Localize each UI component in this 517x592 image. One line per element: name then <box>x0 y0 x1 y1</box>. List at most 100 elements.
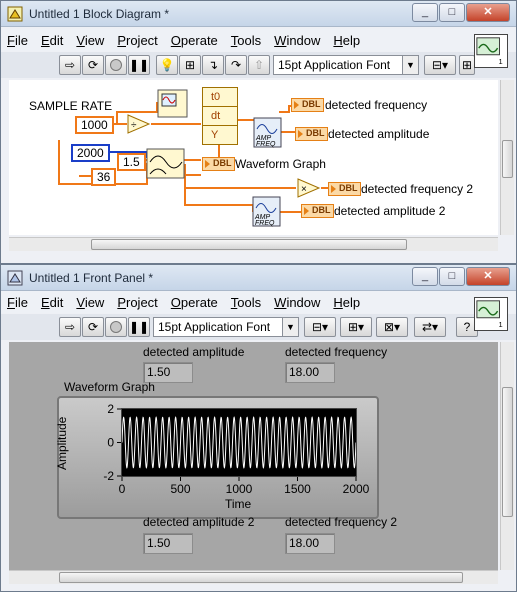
front-panel-titlebar[interactable]: Untitled 1 Front Panel * _ □ ✕ <box>1 265 516 291</box>
front-panel-window-icon <box>7 270 23 286</box>
block-diagram-vertical-scrollbar[interactable] <box>500 80 514 235</box>
retain-wire-values-icon[interactable]: ⊞ <box>179 55 201 75</box>
detected-amplitude-2-terminal-label: detected amplitude 2 <box>334 204 446 218</box>
detected-frequency-2-label: detected frequency 2 <box>285 515 398 529</box>
cluster-item-y: Y <box>211 129 219 141</box>
run-arrow-icon[interactable]: ⇨ <box>59 317 81 337</box>
amp-freq-express-vi-icon[interactable]: AMP FREQ <box>253 117 283 149</box>
block-diagram-titlebar[interactable]: Untitled 1 Block Diagram * _ □ ✕ <box>1 1 516 27</box>
highlight-execution-icon[interactable]: 💡 <box>156 55 178 75</box>
step-into-icon[interactable]: ↴ <box>202 55 224 75</box>
waveform-graph-terminal[interactable]: DBL <box>202 157 235 171</box>
detected-frequency-terminal[interactable]: DBL <box>291 98 324 112</box>
front-panel-vertical-scrollbar[interactable] <box>500 342 514 570</box>
detected-amplitude-label: detected amplitude <box>143 345 245 359</box>
amplitude-constant[interactable]: 1.5 <box>117 153 146 171</box>
menu-help[interactable]: Help <box>333 33 360 48</box>
close-button[interactable]: ✕ <box>466 3 510 22</box>
x-axis-tick-label: 500 <box>170 482 190 496</box>
x-axis-tick-label: 1000 <box>226 482 253 496</box>
svg-text:FREQ: FREQ <box>256 141 276 148</box>
menu-tools[interactable]: Tools <box>231 295 261 310</box>
menu-operate[interactable]: Operate <box>171 33 218 48</box>
block-diagram-toolbar: ⇨ ⟳ ❚❚ 💡 ⊞ ↴ ↷ ⇧ 15pt Application Font ▼… <box>1 52 516 78</box>
align-objects-icon[interactable]: ⊟▾ <box>424 55 456 75</box>
chevron-down-icon: ▼ <box>402 56 418 74</box>
front-panel-vertical-scroll-thumb[interactable] <box>502 387 513 517</box>
x-axis-tick-label: 0 <box>119 482 126 496</box>
vi-connector-icon[interactable]: 1 <box>474 297 508 331</box>
maximize-button[interactable]: □ <box>439 3 465 22</box>
reorder-icon[interactable]: ⇄▾ <box>414 317 446 337</box>
vi-connector-icon[interactable]: 1 <box>474 34 508 68</box>
minimize-button[interactable]: _ <box>412 3 438 22</box>
run-continuously-icon[interactable]: ⟳ <box>82 317 104 337</box>
pause-icon[interactable]: ❚❚ <box>128 55 150 75</box>
block-diagram-canvas[interactable]: SAMPLE RATE 1000 2000 1.5 36 ÷ t0 dt Y A… <box>9 80 498 235</box>
menu-view[interactable]: View <box>76 33 104 48</box>
menu-view[interactable]: View <box>76 295 104 310</box>
step-out-icon[interactable]: ⇧ <box>248 55 270 75</box>
distribute-objects-icon[interactable]: ⊞ <box>459 55 475 75</box>
menu-window[interactable]: Window <box>274 33 320 48</box>
build-waveform-icon[interactable] <box>157 89 189 119</box>
sine-waveform-generator-icon[interactable] <box>146 148 186 180</box>
align-objects-icon[interactable]: ⊟▾ <box>304 317 336 337</box>
block-diagram-horizontal-scroll-thumb[interactable] <box>91 239 407 250</box>
waveform-graph-title: Waveform Graph <box>64 380 155 394</box>
pause-icon[interactable]: ❚❚ <box>128 317 150 337</box>
resize-objects-icon[interactable]: ⊠▾ <box>376 317 408 337</box>
sample-rate-constant[interactable]: 1000 <box>75 116 114 134</box>
detected-amplitude-2-terminal[interactable]: DBL <box>301 204 334 218</box>
run-continuously-icon[interactable]: ⟳ <box>82 55 104 75</box>
multiply-function-icon[interactable]: × <box>297 178 321 198</box>
waveform-graph[interactable]: Amplitude 0 500 1000 1500 2000 2 0 -2 Time <box>55 396 379 519</box>
block-diagram-title: Untitled 1 Block Diagram * <box>29 7 170 21</box>
menu-window[interactable]: Window <box>274 295 320 310</box>
distribute-objects-icon[interactable]: ⊞▾ <box>340 317 372 337</box>
block-diagram-window: Untitled 1 Block Diagram * _ □ ✕ File Ed… <box>0 0 517 264</box>
divide-function-icon[interactable]: ÷ <box>127 114 151 134</box>
menu-edit[interactable]: Edit <box>41 295 63 310</box>
block-diagram-menubar: File Edit View Project Operate Tools Win… <box>1 29 516 51</box>
detected-amplitude-terminal[interactable]: DBL <box>295 127 328 141</box>
detected-frequency-2-terminal[interactable]: DBL <box>328 182 361 196</box>
minimize-button[interactable]: _ <box>412 267 438 286</box>
menu-file[interactable]: File <box>7 295 28 310</box>
front-panel-horizontal-scroll-thumb[interactable] <box>59 572 463 583</box>
detected-amplitude-terminal-label: detected amplitude <box>328 127 430 141</box>
block-diagram-vertical-scroll-thumb[interactable] <box>502 140 513 178</box>
detected-frequency-indicator: 18.00 <box>285 362 335 383</box>
menu-edit[interactable]: Edit <box>41 33 63 48</box>
menu-operate[interactable]: Operate <box>171 295 218 310</box>
close-button[interactable]: ✕ <box>466 267 510 286</box>
front-panel-horizontal-scrollbar[interactable] <box>9 570 498 584</box>
block-diagram-horizontal-scrollbar[interactable] <box>9 237 498 251</box>
svg-text:×: × <box>301 184 307 195</box>
amp-freq-express-vi-2-icon[interactable]: AMP FREQ <box>252 196 282 228</box>
run-arrow-icon[interactable]: ⇨ <box>59 55 81 75</box>
svg-text:1: 1 <box>499 57 503 66</box>
abort-icon[interactable] <box>105 55 127 75</box>
font-selector-value: 15pt Application Font <box>158 320 271 334</box>
sample-rate-label: SAMPLE RATE <box>29 99 113 113</box>
block-diagram-window-icon <box>7 6 23 22</box>
abort-icon[interactable] <box>105 317 127 337</box>
waveform-cluster-node[interactable]: t0 dt Y <box>202 87 238 145</box>
step-over-icon[interactable]: ↷ <box>225 55 247 75</box>
menu-file[interactable]: File <box>7 33 28 48</box>
frequency-constant[interactable]: 36 <box>91 168 117 186</box>
detected-frequency-terminal-label: detected frequency <box>325 98 428 112</box>
font-selector[interactable]: 15pt Application Font ▼ <box>273 55 419 75</box>
menu-help[interactable]: Help <box>333 295 360 310</box>
detected-frequency-2-terminal-label: detected frequency 2 <box>361 182 474 196</box>
samples-constant[interactable]: 2000 <box>71 144 110 162</box>
menu-project[interactable]: Project <box>117 33 157 48</box>
maximize-button[interactable]: □ <box>439 267 465 286</box>
menu-project[interactable]: Project <box>117 295 157 310</box>
menu-tools[interactable]: Tools <box>231 33 261 48</box>
font-selector[interactable]: 15pt Application Font ▼ <box>153 317 299 337</box>
y-axis-tick-label: -2 <box>103 469 114 483</box>
front-panel-canvas[interactable]: detected amplitude 1.50 detected frequen… <box>9 342 498 570</box>
front-panel-title: Untitled 1 Front Panel * <box>29 271 154 285</box>
